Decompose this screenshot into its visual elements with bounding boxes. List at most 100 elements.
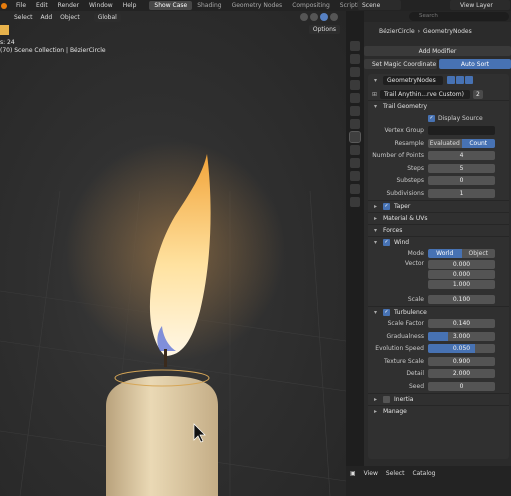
menu-select[interactable]: Select xyxy=(10,14,37,21)
auto-sort-button[interactable]: Auto Sort xyxy=(439,59,511,69)
expand-icon: ▸ xyxy=(374,407,378,415)
render-tab-icon[interactable] xyxy=(350,54,360,64)
menu-object[interactable]: Object xyxy=(56,14,84,21)
modifier-name-field[interactable]: GeometryNodes xyxy=(383,75,443,85)
view-layer-tab-icon[interactable] xyxy=(350,80,360,90)
wind-checkbox[interactable]: ✓ xyxy=(383,238,390,246)
panel-title: Material & UVs xyxy=(383,214,428,222)
resample-count[interactable]: Count xyxy=(461,138,495,148)
scale-factor-field[interactable]: 0.140 xyxy=(428,319,495,329)
breadcrumb-modifier[interactable]: GeometryNodes xyxy=(423,28,472,35)
resample-toggle: Evaluated Count xyxy=(428,138,495,148)
menu-select-assets[interactable]: Select xyxy=(386,470,405,477)
modifier-tab-icon[interactable] xyxy=(349,131,361,143)
scene-selector[interactable]: Scene xyxy=(358,0,401,10)
mode-world[interactable]: World xyxy=(428,249,462,259)
options-dropdown[interactable]: Options xyxy=(308,25,340,34)
panel-trail-geometry[interactable]: ▾ Trail Geometry xyxy=(368,100,509,112)
node-group-field[interactable]: Trail Anythin...rve Custom) xyxy=(380,89,470,99)
search-input[interactable]: Search xyxy=(409,12,509,21)
mode-toggle: World Object xyxy=(428,249,495,259)
physics-tab-icon[interactable] xyxy=(350,158,360,168)
resample-row: Resample Evaluated Count xyxy=(368,137,509,150)
panel-title: Turbulence xyxy=(394,308,427,316)
inertia-checkbox[interactable] xyxy=(383,395,390,403)
solid-shading-icon[interactable] xyxy=(310,13,318,21)
constraints-tab-icon[interactable] xyxy=(350,171,360,181)
tab-shading[interactable]: Shading xyxy=(192,1,226,10)
tab-show-case[interactable]: Show Case xyxy=(149,1,193,10)
user-count[interactable]: 2 xyxy=(473,89,483,99)
vector-z-field[interactable]: 1.000 xyxy=(428,280,495,289)
expand-icon: ▾ xyxy=(374,103,378,110)
3d-viewport[interactable]: Select Add Object Global Options s: 24 (… xyxy=(0,11,346,496)
scene-tab-icon[interactable] xyxy=(350,93,360,103)
substeps-row: Substeps 0 xyxy=(368,175,509,188)
render-icon[interactable] xyxy=(465,76,473,84)
panel-forces[interactable]: ▾ Forces xyxy=(368,223,509,236)
select-tool-icon[interactable] xyxy=(0,25,9,35)
viewport-icon[interactable] xyxy=(456,76,464,84)
scale-field[interactable]: 0.100 xyxy=(428,294,495,304)
menu-file[interactable]: File xyxy=(11,2,31,9)
panel-material-uvs[interactable]: ▸ Material & UVs xyxy=(368,211,509,224)
evolution-speed-slider[interactable]: 0.050 xyxy=(428,344,495,354)
panel-taper[interactable]: ▸ ✓ Taper xyxy=(368,199,509,212)
steps-row: Steps 5 xyxy=(368,162,509,175)
seed-field[interactable]: 0 xyxy=(428,381,495,391)
menu-catalog[interactable]: Catalog xyxy=(412,470,435,477)
menu-add[interactable]: Add xyxy=(37,14,57,21)
menu-edit[interactable]: Edit xyxy=(31,2,53,9)
blender-logo-icon[interactable] xyxy=(1,2,7,9)
resample-evaluated[interactable]: Evaluated xyxy=(428,138,462,148)
panel-wind[interactable]: ▾ ✓ Wind xyxy=(368,235,509,248)
material-shading-icon[interactable] xyxy=(320,13,328,21)
material-tab-icon[interactable] xyxy=(350,197,360,207)
display-source-checkbox[interactable]: ✓ xyxy=(428,114,435,122)
data-tab-icon[interactable] xyxy=(350,184,360,194)
tab-geometry-nodes[interactable]: Geometry Nodes xyxy=(227,1,288,10)
panel-turbulence[interactable]: ▾ ✓ Turbulence xyxy=(368,305,509,318)
menu-window[interactable]: Window xyxy=(84,2,118,9)
evolution-speed-row: Evolution Speed 0.050 xyxy=(368,343,509,356)
object-tab-icon[interactable] xyxy=(350,119,360,129)
steps-field[interactable]: 5 xyxy=(428,163,495,173)
add-modifier-button[interactable]: Add Modifier xyxy=(364,46,511,56)
particles-tab-icon[interactable] xyxy=(350,145,360,155)
tool-tab-icon[interactable] xyxy=(350,41,360,51)
vector-x-field[interactable]: 0.000 xyxy=(428,260,495,269)
breadcrumb-object[interactable]: BézierCircle xyxy=(379,28,415,35)
detail-field[interactable]: 2.000 xyxy=(428,369,495,379)
vector-y-field[interactable]: 0.000 xyxy=(428,270,495,279)
menu-view[interactable]: View xyxy=(364,470,378,477)
edit-mode-icon[interactable] xyxy=(447,76,455,84)
menu-help[interactable]: Help xyxy=(118,2,142,9)
output-tab-icon[interactable] xyxy=(350,67,360,77)
num-points-field[interactable]: 4 xyxy=(428,151,495,161)
panel-title: Taper xyxy=(394,202,411,210)
set-magic-coordinate-button[interactable]: Set Magic Coordinate xyxy=(364,59,437,69)
panel-title: Wind xyxy=(394,238,410,246)
tab-compositing[interactable]: Compositing xyxy=(287,1,335,10)
world-tab-icon[interactable] xyxy=(350,106,360,116)
subdivisions-field[interactable]: 1 xyxy=(428,188,495,198)
substeps-field[interactable]: 0 xyxy=(428,176,495,186)
editor-type-icon[interactable]: ▣ xyxy=(350,470,356,477)
collapse-icon[interactable]: ▾ xyxy=(374,77,379,84)
panel-manage[interactable]: ▸ Manage xyxy=(368,404,509,417)
view-layer-selector[interactable]: View Layer xyxy=(450,0,510,10)
taper-checkbox[interactable]: ✓ xyxy=(383,202,390,210)
panel-inertia[interactable]: ▸ Inertia xyxy=(368,392,509,405)
texture-scale-field[interactable]: 0.900 xyxy=(428,356,495,366)
rendered-shading-icon[interactable] xyxy=(330,13,338,21)
wireframe-shading-icon[interactable] xyxy=(300,13,308,21)
mode-object[interactable]: Object xyxy=(461,249,495,259)
num-points-label: Number of Points xyxy=(372,152,424,160)
graduainess-slider[interactable]: 3.000 xyxy=(428,331,495,341)
menu-render[interactable]: Render xyxy=(53,2,84,9)
viewport-scene xyxy=(0,141,346,496)
transform-orientation-dropdown[interactable]: Global xyxy=(93,12,121,22)
vertex-group-field[interactable] xyxy=(428,126,495,136)
turbulence-checkbox[interactable]: ✓ xyxy=(383,308,390,316)
evolution-label: Evolution Speed xyxy=(375,345,424,353)
